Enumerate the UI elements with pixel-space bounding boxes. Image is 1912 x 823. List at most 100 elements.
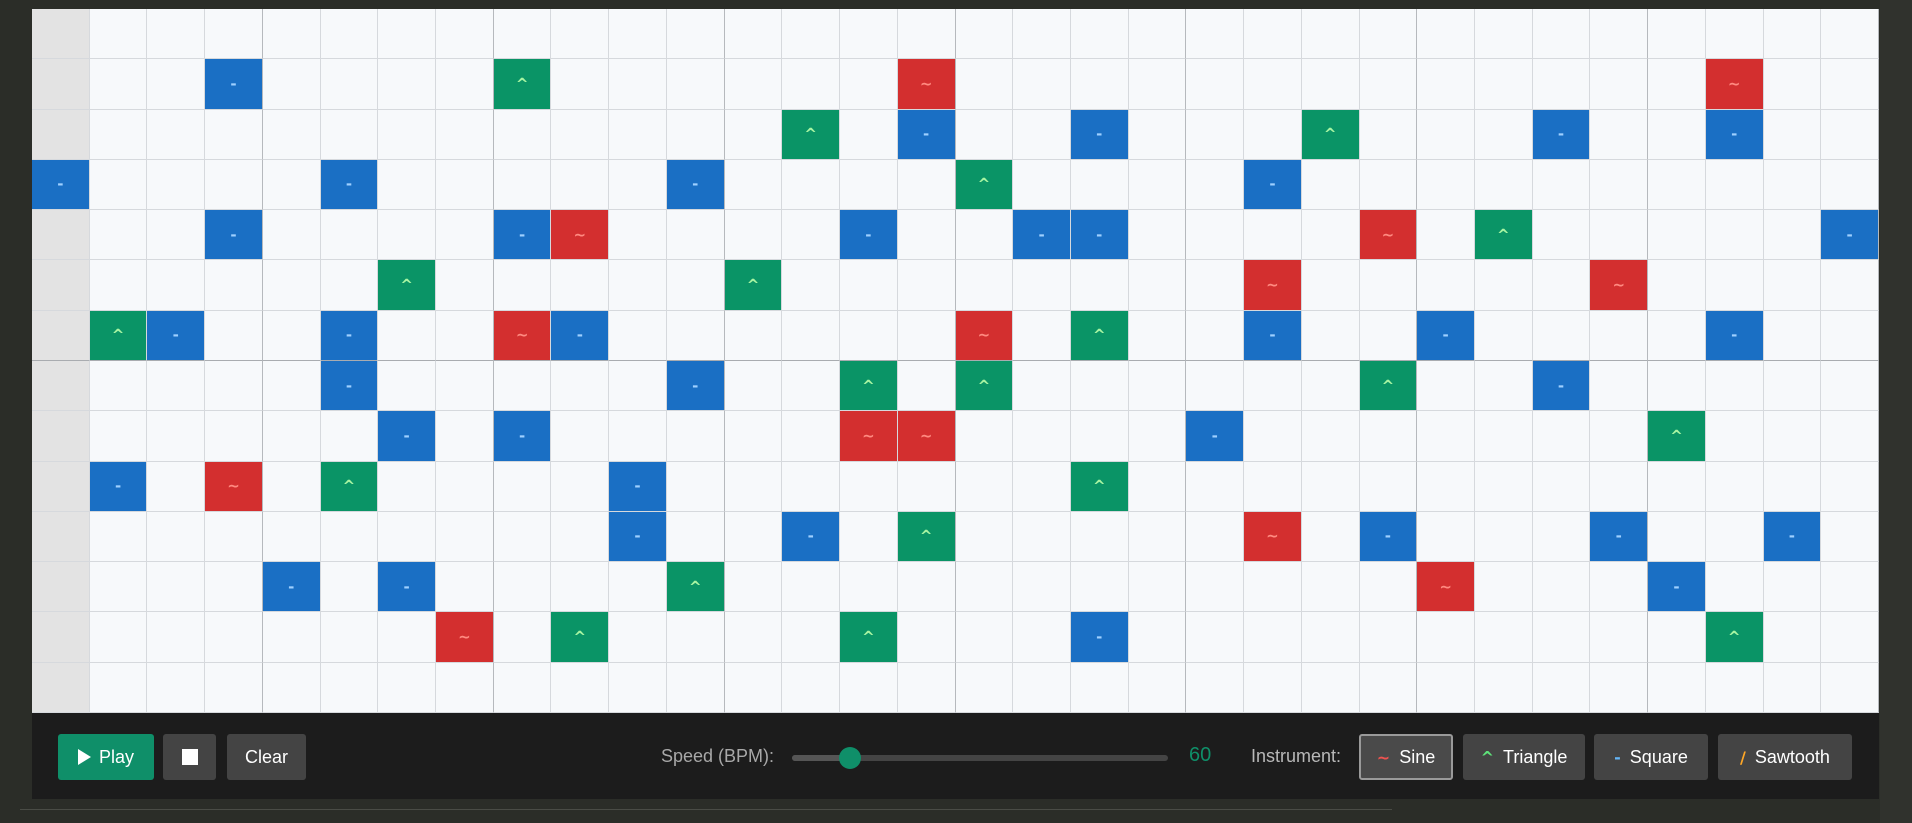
grid-cell[interactable]: [840, 59, 898, 110]
grid-cell[interactable]: [378, 612, 437, 663]
grid-cell[interactable]: [897, 662, 956, 713]
note-cell-square[interactable]: -: [1244, 310, 1302, 361]
grid-cell[interactable]: [1417, 360, 1475, 412]
grid-cell[interactable]: [666, 9, 725, 60]
grid-cell[interactable]: [1590, 210, 1649, 261]
grid-cell[interactable]: [1763, 109, 1822, 160]
grid-cell[interactable]: [782, 562, 841, 613]
note-cell-square[interactable]: -: [1705, 310, 1764, 361]
grid-cell[interactable]: [1359, 612, 1418, 663]
grid-cell[interactable]: [1013, 461, 1071, 512]
grid-cell[interactable]: [782, 360, 841, 412]
note-cell-square[interactable]: -: [1648, 562, 1706, 613]
note-cell-square[interactable]: -: [378, 411, 437, 462]
grid-cell[interactable]: [1474, 511, 1533, 563]
speed-slider-thumb[interactable]: [838, 747, 861, 769]
grid-cell[interactable]: [320, 662, 379, 713]
grid-cell[interactable]: [724, 562, 783, 613]
grid-cell[interactable]: [1532, 310, 1591, 361]
note-cell-square[interactable]: -: [1590, 511, 1649, 563]
grid-cell[interactable]: [1244, 612, 1302, 663]
grid-cell[interactable]: [320, 562, 379, 613]
grid-cell-first-column[interactable]: [32, 662, 90, 713]
grid-cell[interactable]: [262, 662, 321, 713]
grid-cell[interactable]: [1763, 59, 1822, 110]
grid-cell[interactable]: [1301, 562, 1360, 613]
grid-cell[interactable]: [262, 612, 321, 663]
grid-cell[interactable]: [1244, 109, 1302, 160]
note-cell-square[interactable]: -: [1532, 360, 1591, 412]
note-cell-sine[interactable]: ~: [436, 612, 494, 663]
speed-slider[interactable]: [792, 747, 1168, 769]
note-cell-square[interactable]: -: [493, 210, 552, 261]
grid-cell[interactable]: [205, 310, 263, 361]
grid-cell[interactable]: [89, 511, 148, 563]
grid-cell-first-column[interactable]: [32, 210, 90, 261]
grid-cell[interactable]: [147, 260, 206, 311]
grid-cell[interactable]: [1128, 511, 1187, 563]
grid-cell[interactable]: [89, 9, 148, 60]
grid-cell[interactable]: [89, 662, 148, 713]
note-cell-triangle[interactable]: ^: [840, 360, 898, 412]
grid-cell[interactable]: [320, 210, 379, 261]
grid-cell[interactable]: [1359, 461, 1418, 512]
grid-cell[interactable]: [1186, 360, 1245, 412]
grid-cell[interactable]: [840, 562, 898, 613]
grid-cell[interactable]: [1128, 109, 1187, 160]
grid-cell[interactable]: [262, 411, 321, 462]
grid-cell[interactable]: [840, 9, 898, 60]
grid-cell[interactable]: [1417, 612, 1475, 663]
grid-cell[interactable]: [551, 260, 610, 311]
grid-cell[interactable]: [955, 461, 1014, 512]
grid-cell[interactable]: [378, 310, 437, 361]
grid-cell[interactable]: [1186, 159, 1245, 211]
grid-cell[interactable]: [147, 461, 206, 512]
grid-cell[interactable]: [1244, 360, 1302, 412]
grid-cell[interactable]: [1705, 461, 1764, 512]
note-cell-sine[interactable]: ~: [1705, 59, 1764, 110]
grid-cell[interactable]: [1705, 159, 1764, 211]
instrument-square-button[interactable]: - Square: [1594, 734, 1708, 780]
grid-cell[interactable]: [782, 210, 841, 261]
grid-cell[interactable]: [1128, 260, 1187, 311]
grid-cell[interactable]: [205, 562, 263, 613]
grid-cell[interactable]: [1186, 210, 1245, 261]
grid-cell[interactable]: [1821, 612, 1879, 663]
note-cell-square[interactable]: -: [609, 511, 667, 563]
grid-cell[interactable]: [1070, 562, 1129, 613]
grid-cell[interactable]: [1474, 260, 1533, 311]
grid-cell[interactable]: [897, 159, 956, 211]
grid-cell[interactable]: [782, 612, 841, 663]
grid-cell[interactable]: [1301, 411, 1360, 462]
grid-cell[interactable]: [205, 109, 263, 160]
grid-cell[interactable]: [1705, 511, 1764, 563]
note-cell-triangle[interactable]: ^: [666, 562, 725, 613]
grid-cell[interactable]: [782, 662, 841, 713]
grid-cell[interactable]: [1013, 562, 1071, 613]
grid-cell[interactable]: [320, 9, 379, 60]
note-cell-square[interactable]: -: [1244, 159, 1302, 211]
grid-cell[interactable]: [609, 411, 667, 462]
grid-cell[interactable]: [955, 612, 1014, 663]
note-cell-square[interactable]: -: [666, 360, 725, 412]
note-cell-triangle[interactable]: ^: [1648, 411, 1706, 462]
grid-cell[interactable]: [782, 411, 841, 462]
grid-cell[interactable]: [666, 260, 725, 311]
note-cell-square[interactable]: -: [32, 159, 90, 211]
grid-cell[interactable]: [1821, 159, 1879, 211]
grid-cell[interactable]: [262, 260, 321, 311]
grid-cell[interactable]: [436, 360, 494, 412]
grid-cell[interactable]: [1763, 260, 1822, 311]
grid-cell[interactable]: [1763, 662, 1822, 713]
grid-cell[interactable]: [1244, 9, 1302, 60]
grid-cell[interactable]: [1474, 310, 1533, 361]
note-cell-sine[interactable]: ~: [897, 411, 956, 462]
grid-cell[interactable]: [1763, 461, 1822, 512]
grid-cell-first-column[interactable]: [32, 511, 90, 563]
grid-cell[interactable]: [1070, 411, 1129, 462]
grid-cell[interactable]: [1763, 9, 1822, 60]
grid-cell[interactable]: [147, 109, 206, 160]
note-cell-sine[interactable]: ~: [551, 210, 610, 261]
grid-cell[interactable]: [1070, 260, 1129, 311]
grid-cell[interactable]: [147, 210, 206, 261]
